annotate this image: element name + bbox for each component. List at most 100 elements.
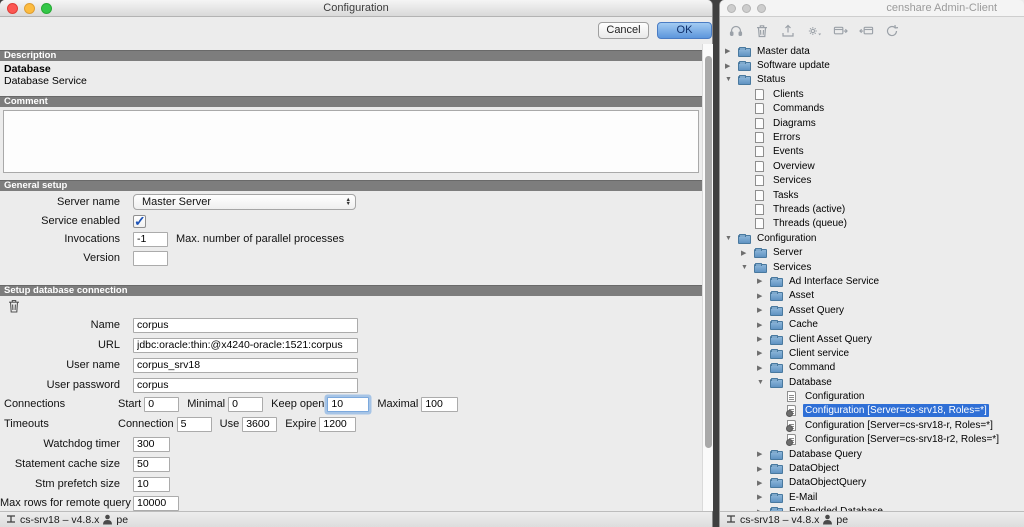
config-scrollbar-thumb[interactable] — [705, 56, 712, 448]
window-controls-inactive — [727, 3, 766, 13]
chevron-right-icon[interactable]: ▶ — [756, 335, 770, 343]
tree-item[interactable]: Tasks — [720, 188, 1024, 202]
db-user-input[interactable] — [133, 358, 358, 373]
chevron-down-icon[interactable]: ▼ — [756, 379, 770, 386]
tree-item[interactable]: Services — [720, 174, 1024, 188]
chevron-right-icon[interactable]: ▶ — [756, 364, 770, 372]
chevron-right-icon[interactable]: ▶ — [724, 62, 738, 70]
tree-item[interactable]: Configuration [Server=cs-srv18-r2, Roles… — [720, 433, 1024, 447]
zoom-button[interactable] — [757, 4, 766, 13]
tree-item-label: Configuration — [755, 232, 818, 245]
tree-item[interactable]: ▶ Cache — [720, 317, 1024, 331]
close-button[interactable] — [727, 4, 736, 13]
window-title: Configuration — [0, 2, 712, 14]
chevron-right-icon[interactable]: ▶ — [756, 292, 770, 300]
chevron-right-icon[interactable]: ▶ — [740, 249, 754, 257]
watchdog-label: Watchdog timer — [0, 438, 120, 450]
gear-icon[interactable] — [807, 24, 822, 39]
service-enabled-checkbox[interactable] — [133, 215, 146, 228]
tree-item[interactable]: Configuration — [720, 389, 1024, 403]
db-name-input[interactable] — [133, 318, 358, 333]
chevron-right-icon[interactable]: ▶ — [756, 479, 770, 487]
server-connection-icon — [725, 514, 737, 525]
merge-icon[interactable] — [859, 24, 874, 39]
tree: ▶Master data▶Software update▼StatusClien… — [720, 44, 1024, 511]
chevron-down-icon[interactable]: ▼ — [724, 235, 738, 242]
invocations-input[interactable] — [133, 232, 168, 247]
stmt-cache-input[interactable] — [133, 457, 170, 472]
tree-item[interactable]: Configuration [Server=cs-srv18-r, Roles=… — [720, 418, 1024, 432]
tree-item[interactable]: ▶DataObject — [720, 461, 1024, 475]
tree-item[interactable]: ▶ Client Asset Query — [720, 332, 1024, 346]
server-name-select[interactable]: Master Server ▲▼ — [133, 194, 356, 210]
tree-item[interactable]: ▶Server — [720, 245, 1024, 259]
user-icon — [822, 514, 833, 525]
tree-item[interactable]: ▶Client service — [720, 346, 1024, 360]
trash-icon[interactable] — [755, 24, 770, 39]
tree-item[interactable]: ▼Database — [720, 375, 1024, 389]
export-icon[interactable] — [781, 24, 796, 39]
minimize-button[interactable] — [742, 4, 751, 13]
tree-item-label: Clients — [771, 88, 806, 101]
config-scrollbar[interactable] — [702, 44, 713, 511]
cancel-button[interactable]: Cancel — [598, 22, 649, 39]
use-timeout-input[interactable] — [242, 417, 277, 432]
chevron-right-icon[interactable]: ▶ — [756, 349, 770, 357]
tree-item[interactable]: Errors — [720, 130, 1024, 144]
tree-item-label: Client Asset Query — [787, 333, 874, 346]
db-password-input[interactable] — [133, 378, 358, 393]
chevron-right-icon[interactable]: ▶ — [724, 47, 738, 55]
tree-item[interactable]: ▶Asset — [720, 289, 1024, 303]
chevron-right-icon[interactable]: ▶ — [756, 277, 770, 285]
tree-item[interactable]: Events — [720, 145, 1024, 159]
headphones-icon[interactable] — [729, 24, 744, 39]
folder-icon — [738, 74, 751, 85]
tree-item[interactable]: Threads (active) — [720, 202, 1024, 216]
tree-item[interactable]: Clients — [720, 87, 1024, 101]
tree-item[interactable]: ▼Services — [720, 260, 1024, 274]
chevron-right-icon[interactable]: ▶ — [756, 450, 770, 458]
tree-item[interactable]: Configuration [Server=cs-srv18, Roles=*] — [720, 404, 1024, 418]
tree-item[interactable]: Overview — [720, 159, 1024, 173]
compare-icon[interactable] — [833, 24, 848, 39]
tree-item[interactable]: Diagrams — [720, 116, 1024, 130]
db-user-label: User name — [0, 359, 120, 371]
chevron-right-icon[interactable]: ▶ — [756, 465, 770, 473]
chevron-down-icon[interactable]: ▼ — [724, 76, 738, 83]
comment-textarea[interactable] — [3, 110, 699, 173]
expire-timeout-input[interactable] — [319, 417, 356, 432]
max-rows-input[interactable] — [133, 496, 179, 511]
tree-item[interactable]: ▼Status — [720, 73, 1024, 87]
refresh-icon[interactable] — [885, 24, 900, 39]
tree-item[interactable]: ▶Database Query — [720, 447, 1024, 461]
tree-item-label: Cache — [787, 318, 820, 331]
keep-open-input[interactable] — [327, 397, 369, 412]
tree-item[interactable]: ▶Asset Query — [720, 303, 1024, 317]
chevron-right-icon[interactable]: ▶ — [756, 306, 770, 314]
tree-item[interactable]: ▶ Command — [720, 361, 1024, 375]
maximal-input[interactable] — [421, 397, 458, 412]
tree-item[interactable]: ▶Ad Interface Service — [720, 274, 1024, 288]
tree-item-label: Commands — [771, 102, 826, 115]
minimal-input[interactable] — [228, 397, 263, 412]
delete-connection-trash-icon[interactable] — [8, 299, 20, 313]
tree-item[interactable]: Threads (queue) — [720, 217, 1024, 231]
tree-item[interactable]: ▼ Configuration — [720, 231, 1024, 245]
tree-item-label: Command — [787, 361, 837, 374]
chevron-down-icon[interactable]: ▼ — [740, 264, 754, 271]
tree-item[interactable]: ▶Software update — [720, 58, 1024, 72]
ok-button[interactable]: OK — [657, 22, 712, 39]
chevron-right-icon[interactable]: ▶ — [756, 493, 770, 501]
db-url-input[interactable] — [133, 338, 358, 353]
watchdog-input[interactable] — [133, 437, 170, 452]
tree-item[interactable]: ▶DataObjectQuery — [720, 476, 1024, 490]
tree-item[interactable]: ▶E-Mail — [720, 490, 1024, 504]
chevron-right-icon[interactable]: ▶ — [756, 321, 770, 329]
version-input[interactable] — [133, 251, 168, 266]
start-input[interactable] — [144, 397, 179, 412]
connection-timeout-input[interactable] — [177, 417, 212, 432]
stm-prefetch-input[interactable] — [133, 477, 170, 492]
tree-item[interactable]: Commands — [720, 102, 1024, 116]
folder-icon — [738, 46, 751, 57]
tree-item[interactable]: ▶Master data — [720, 44, 1024, 58]
